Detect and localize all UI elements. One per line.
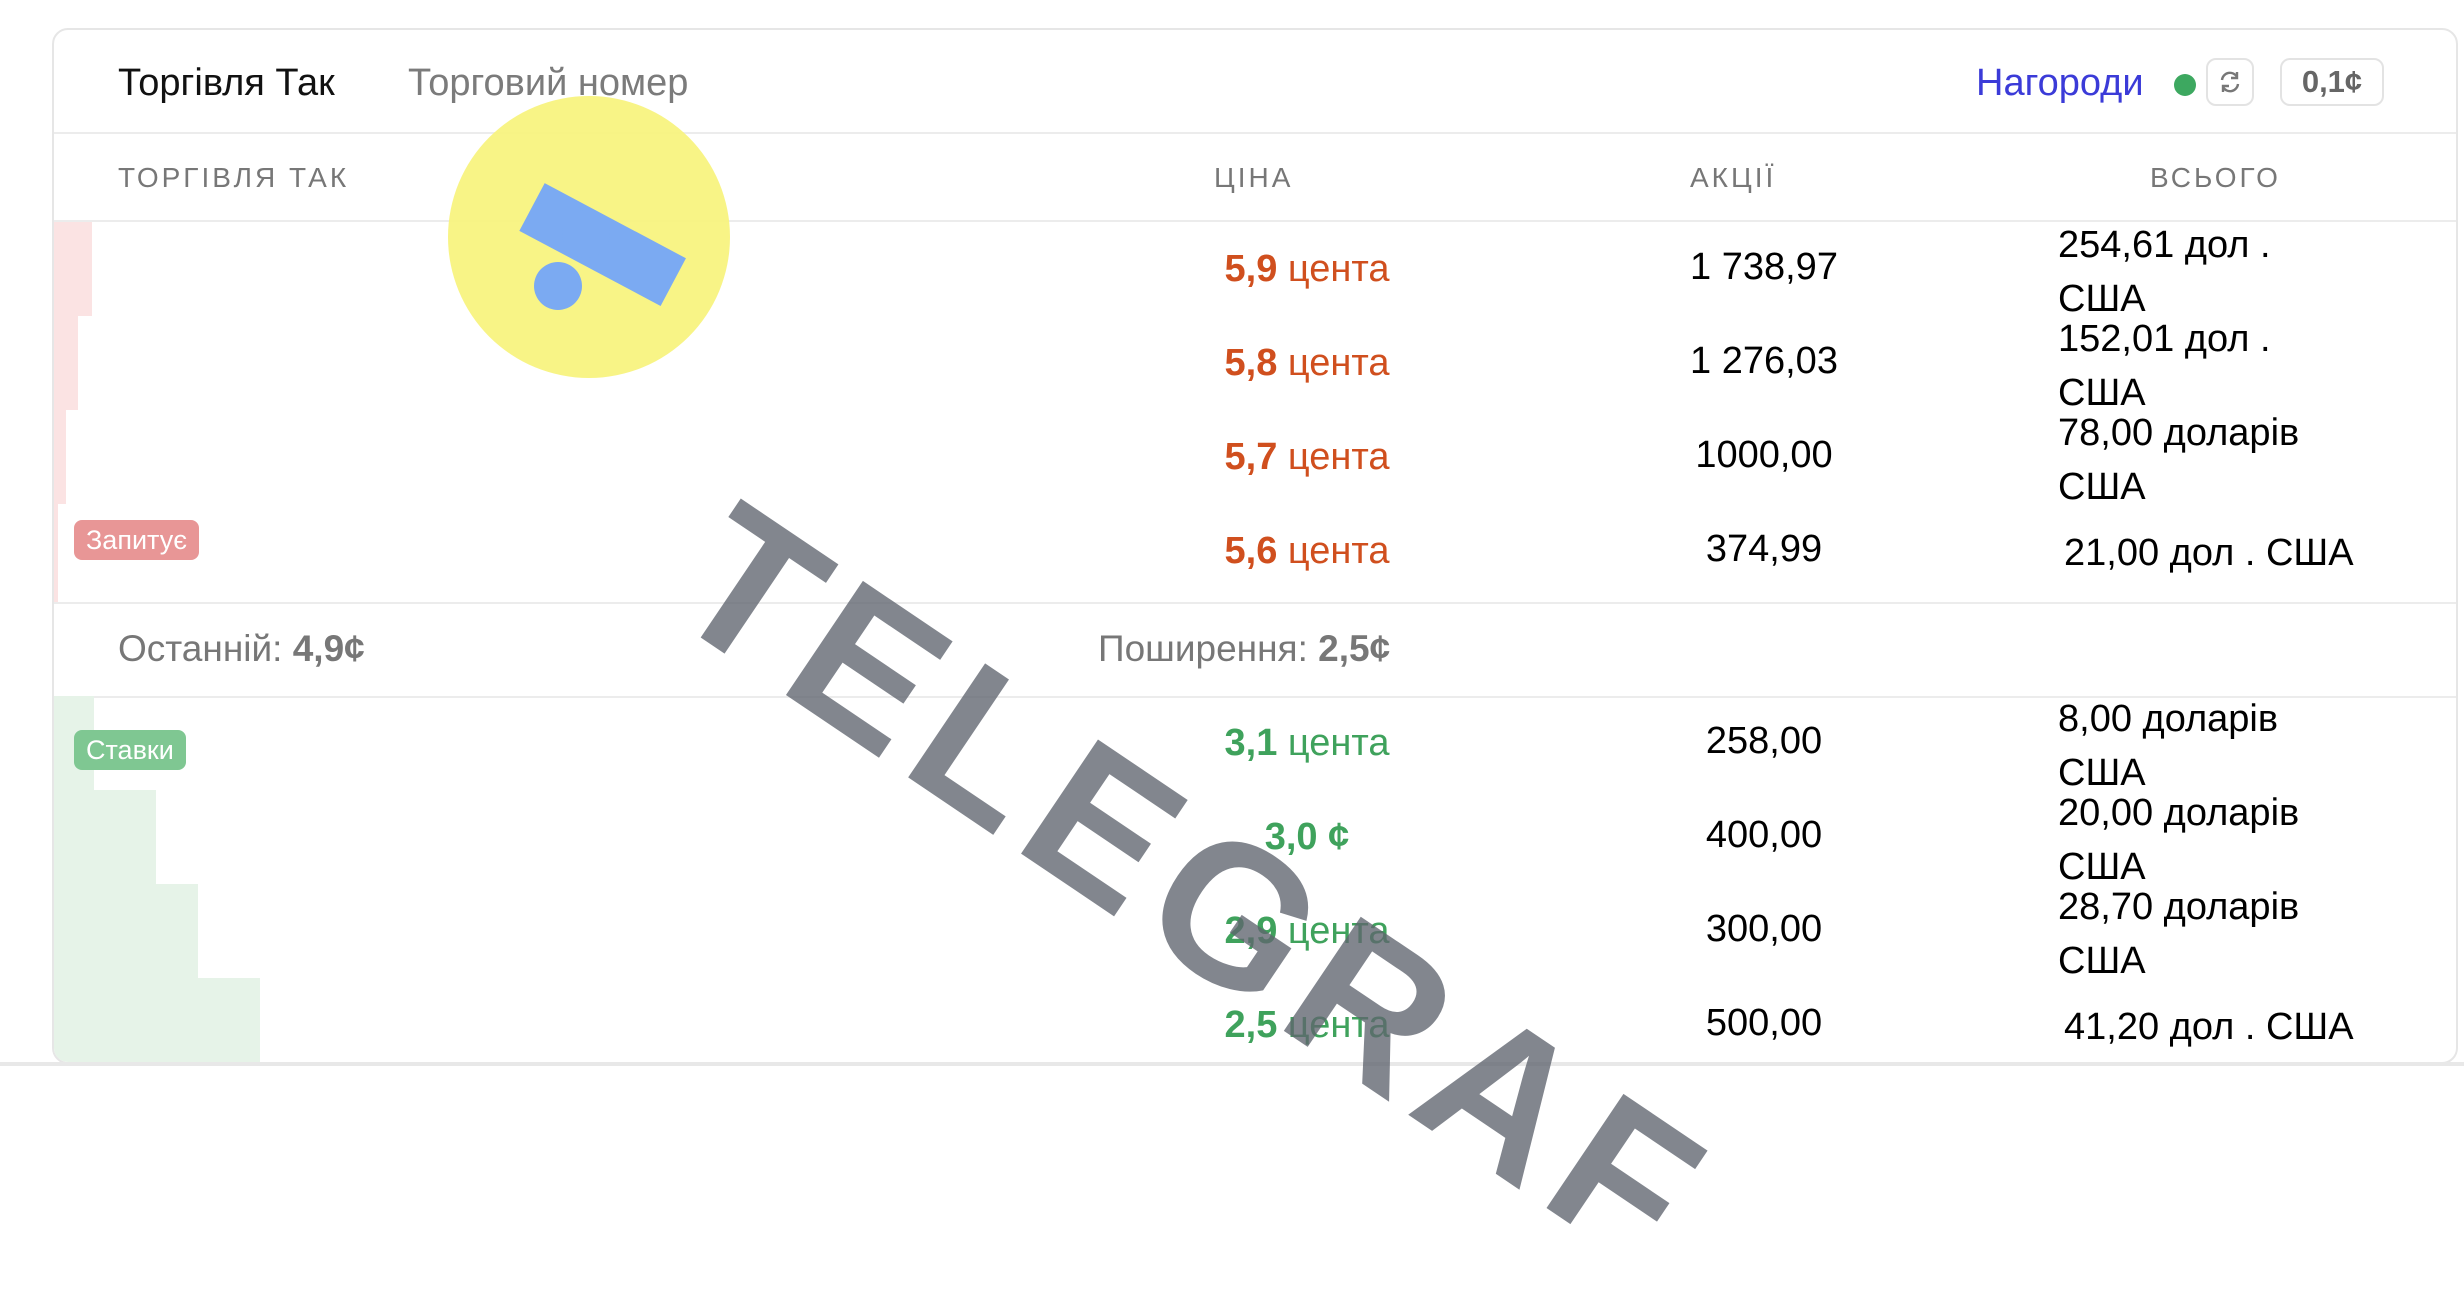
rewards-link[interactable]: Нагороди xyxy=(1976,62,2144,105)
column-headers: ТОРГІВЛЯ ТАК ЦІНА АКЦІЇ ВСЬОГО xyxy=(54,132,2456,222)
ask-row[interactable]: 5,6 цента 374,99 21,00 дол . США xyxy=(54,504,2456,598)
bid-row[interactable]: 3,1 цента 258,00 8,00 доларів США xyxy=(54,696,2456,794)
ask-total: 254,61 дол . США xyxy=(2058,224,2271,320)
ask-row[interactable]: 5,7 цента 1000,00 78,00 доларів США xyxy=(54,410,2456,508)
ask-row[interactable]: 5,9 цента 1 738,97 254,61 дол . США xyxy=(54,222,2456,320)
ask-price: 5,9 цента xyxy=(1224,248,1390,290)
bid-total: 28,70 доларів США xyxy=(2058,886,2300,982)
bid-shares: 258,00 xyxy=(1705,720,1823,762)
col-side: ТОРГІВЛЯ ТАК xyxy=(118,162,350,193)
tab-trade-no[interactable]: Торговий номер xyxy=(408,62,688,105)
ask-row[interactable]: 5,8 цента 1 276,03 152,01 дол . США xyxy=(54,316,2456,414)
bid-total: 20,00 доларів США xyxy=(2058,792,2300,888)
asks-badge: Запитує xyxy=(74,520,199,560)
bid-total: 8,00 доларів США xyxy=(2058,698,2279,794)
refresh-button[interactable] xyxy=(2206,58,2254,106)
ask-shares: 1000,00 xyxy=(1695,434,1833,476)
bottom-divider xyxy=(0,1062,2464,1066)
spread: Поширення: 2,5¢ xyxy=(1098,628,1391,669)
bid-price: 3,1 цента xyxy=(1224,722,1390,764)
ask-shares: 1 276,03 xyxy=(1690,340,1838,382)
ask-shares: 1 738,97 xyxy=(1690,246,1838,288)
bid-shares: 400,00 xyxy=(1705,814,1823,856)
rewards-status-dot xyxy=(2174,74,2196,96)
tick-size-button[interactable]: 0,1¢ xyxy=(2280,58,2384,106)
ask-shares: 374,99 xyxy=(1705,528,1823,570)
bid-shares: 500,00 xyxy=(1705,1002,1823,1044)
refresh-icon xyxy=(2220,71,2240,93)
col-price: ЦІНА xyxy=(1214,162,1294,193)
ask-total: 152,01 дол . США xyxy=(2058,318,2271,414)
spread-row: Останній: 4,9¢ Поширення: 2,5¢ xyxy=(54,602,2456,698)
ask-total: 21,00 дол . США xyxy=(2064,532,2354,574)
watermark-logo-dot xyxy=(534,262,582,310)
watermark-logo-dot xyxy=(562,210,610,258)
bids-badge: Ставки xyxy=(74,730,186,770)
col-shares: АКЦІЇ xyxy=(1690,162,1777,193)
ask-price: 5,8 цента xyxy=(1224,342,1390,384)
order-book-header: Торгівля Так Торговий номер Нагороди 0,1… xyxy=(54,30,2456,134)
bid-shares: 300,00 xyxy=(1705,908,1823,950)
tab-trade-yes[interactable]: Торгівля Так xyxy=(118,62,335,105)
ask-total: 78,00 доларів США xyxy=(2058,412,2300,508)
bid-total: 41,20 дол . США xyxy=(2064,1006,2354,1048)
ask-price: 5,7 цента xyxy=(1224,436,1390,478)
col-total: ВСЬОГО xyxy=(2150,162,2281,193)
ask-price: 5,6 цента xyxy=(1224,530,1390,572)
last-price: Останній: 4,9¢ xyxy=(118,628,365,669)
